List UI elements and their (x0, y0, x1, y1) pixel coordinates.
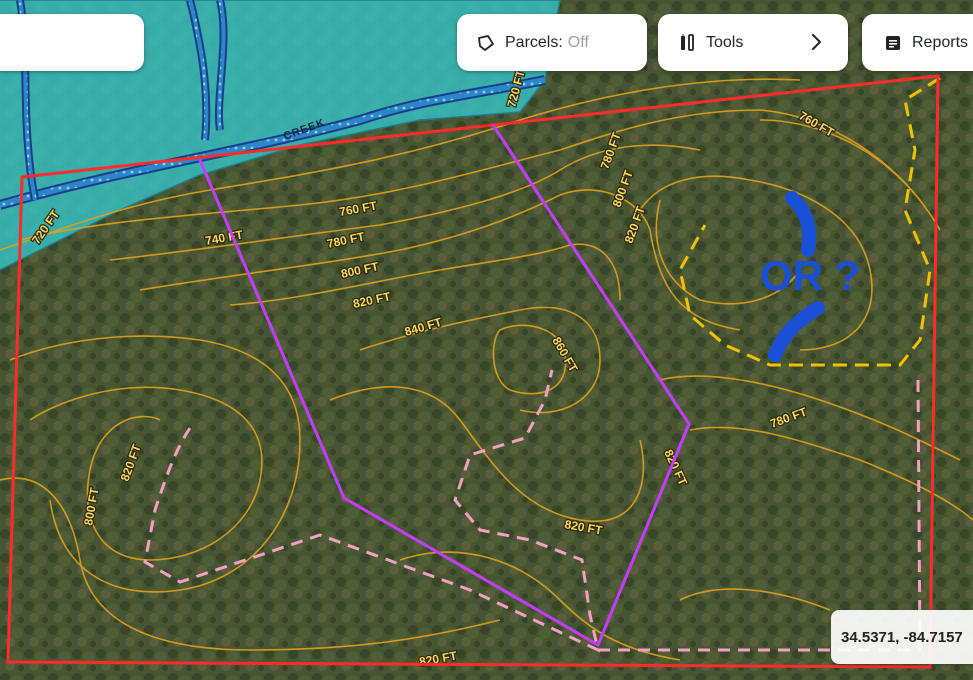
parcels-value: Off (567, 33, 589, 51)
annotation-text: OR ? (760, 252, 860, 299)
tools-icon (676, 32, 698, 54)
tools-label: Tools (706, 33, 744, 51)
parcels-toggle-button[interactable]: Parcels: Off (457, 14, 647, 71)
satellite-map[interactable]: CREEK 720 FT 720 FT 740 FT 760 FT 780 FT… (0, 0, 973, 680)
search-box[interactable] (0, 14, 144, 71)
tools-button[interactable]: Tools (658, 14, 848, 71)
reports-button[interactable]: Reports (862, 14, 973, 71)
parcel-shape-icon (475, 32, 497, 54)
chevron-right-icon (804, 30, 828, 54)
reports-label: Reports (912, 33, 969, 51)
parcels-label: Parcels: (505, 33, 563, 51)
coordinates-readout: 34.5371, -84.7157 (831, 610, 973, 664)
reports-icon (882, 32, 904, 54)
